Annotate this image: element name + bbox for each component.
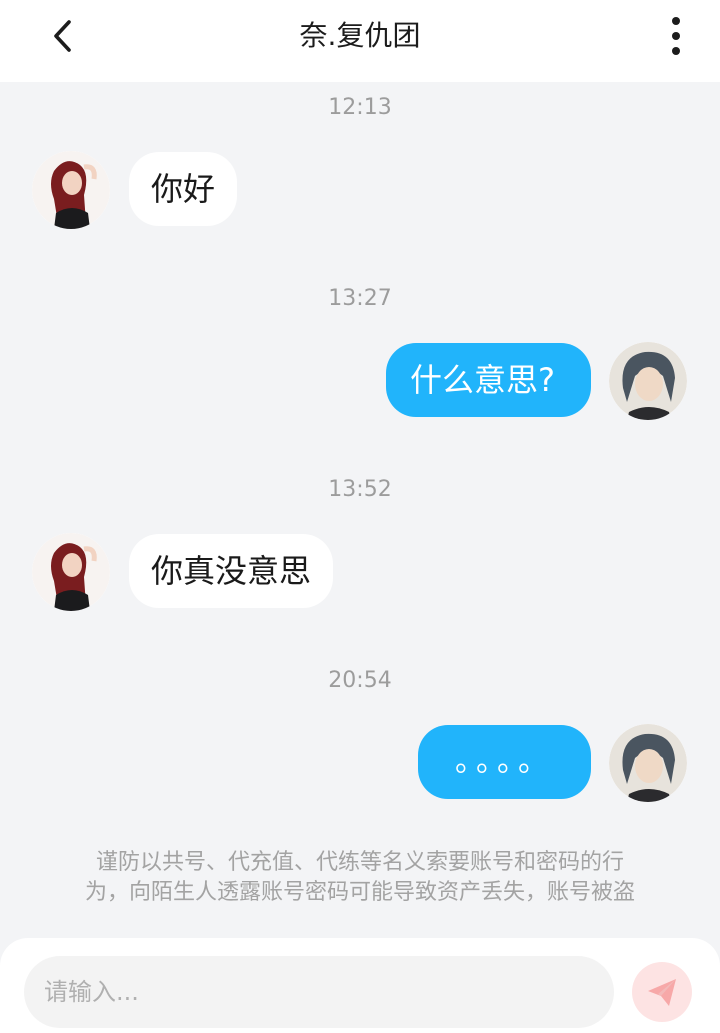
message-bubble-outgoing[interactable]: 什么意思?: [386, 343, 591, 417]
message-timestamp: 12:13: [328, 95, 392, 120]
paper-plane-icon: [648, 979, 676, 1006]
send-button[interactable]: [632, 962, 692, 1022]
user-avatar-image: [609, 724, 687, 802]
safety-notice: 谨防以共号、代充值、代练等名义索要账号和密码的行 为，向陌生人透露账号密码可能导…: [40, 848, 680, 908]
chevron-left-icon: [54, 20, 71, 52]
message-timestamp: 13:52: [328, 477, 392, 502]
user-avatar[interactable]: [609, 724, 687, 802]
chat-title: ​奈.复仇团: [299, 19, 421, 52]
message-timestamp: 20:54: [328, 668, 392, 693]
message-timestamp: 13:27: [328, 286, 392, 311]
safety-notice-line: 为，向陌生人透露账号密码可能导致资产丢失，账号被盗: [84, 880, 635, 905]
message-bubble-incoming[interactable]: 你好: [129, 152, 238, 226]
user-avatar-image: [609, 342, 687, 420]
back-button[interactable]: [40, 14, 84, 58]
contact-avatar-image: [32, 151, 110, 229]
more-vertical-icon: [672, 17, 680, 55]
more-options-button[interactable]: [656, 14, 696, 58]
message-bubble-incoming[interactable]: 你真没意思: [129, 534, 334, 608]
contact-avatar[interactable]: [32, 533, 110, 611]
safety-notice-line: 谨防以共号、代充值、代练等名义索要账号和密码的行: [95, 850, 624, 875]
message-bubble-outgoing[interactable]: 。。。。: [418, 725, 591, 799]
top-bar: ​奈.复仇团: [0, 0, 720, 82]
user-avatar[interactable]: [609, 342, 687, 420]
contact-avatar-image: [32, 533, 110, 611]
contact-avatar[interactable]: [32, 151, 110, 229]
message-input[interactable]: [24, 956, 614, 1028]
message-composer: [0, 938, 720, 1033]
